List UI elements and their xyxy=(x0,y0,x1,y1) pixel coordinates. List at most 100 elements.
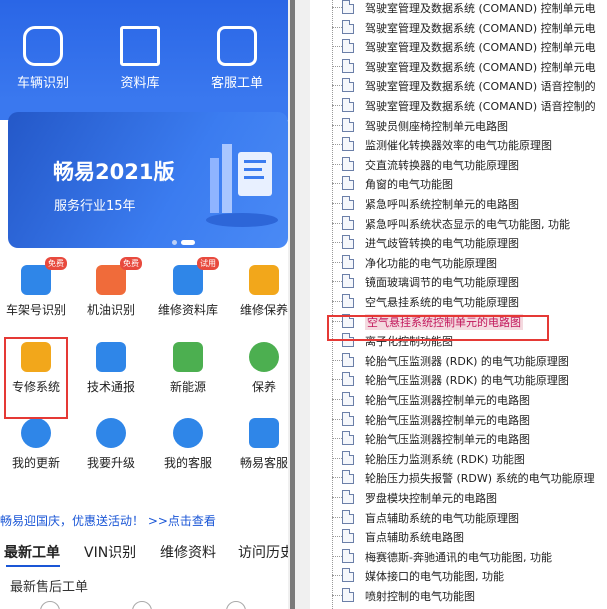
tree-item-label: 轮胎气压监测器 (RDK) 的电气功能原理图 xyxy=(365,374,569,388)
tree-item[interactable]: 喷射控制的电气功能图 xyxy=(310,586,607,605)
grid-item[interactable]: 免费 车架号识别 xyxy=(0,257,72,318)
tree-item[interactable]: 罗盘模块控制单元的电路图 xyxy=(310,488,607,507)
tree-connector xyxy=(332,281,342,283)
tree-item[interactable]: 轮胎气压监测器 (RDK) 的电气功能原理图 xyxy=(310,351,607,370)
tree-connector xyxy=(332,144,342,146)
grid-item[interactable]: 畅易客服 xyxy=(228,418,288,471)
oil-icon: 免费 xyxy=(96,257,142,295)
tree-item[interactable]: 媒体接口的电气功能图, 功能 xyxy=(310,566,607,585)
document-icon xyxy=(342,470,354,485)
tree-item[interactable]: 驾驶室管理及数据系统 (COMAND) 语音控制的 xyxy=(310,96,607,115)
grid-item-label: 畅易客服 xyxy=(239,456,288,470)
grid-item[interactable]: 我要升级 xyxy=(75,418,147,471)
carousel-dot-active xyxy=(181,240,195,245)
tree-item-label: 驾驶室管理及数据系统 (COMAND) 语音控制的 xyxy=(365,100,596,113)
tree-item-label: 净化功能的电气功能原理图 xyxy=(365,256,497,270)
service-ticket-shortcut[interactable]: 客服工单 xyxy=(192,26,282,91)
document-icon xyxy=(342,39,354,54)
document-icon xyxy=(342,156,354,171)
banner-title: 畅易2021版 xyxy=(53,160,175,184)
tree-item[interactable]: 轮胎气压监测器控制单元的电路图 xyxy=(310,390,607,409)
tree-item[interactable]: 驾驶室管理及数据系统 (COMAND) 控制单元电 xyxy=(310,37,607,56)
tree-connector xyxy=(332,438,342,440)
grid-item[interactable]: 新能源 xyxy=(152,342,224,395)
tree-item[interactable]: 空气悬挂系统的电气功能原理图 xyxy=(310,292,607,311)
document-icon xyxy=(342,215,354,230)
grid-item-label: 维修保养 xyxy=(239,303,288,317)
tree-item-label: 进气歧管转换的电气功能原理图 xyxy=(365,237,519,251)
tree-item[interactable]: 驾驶室管理及数据系统 (COMAND) 语音控制的 xyxy=(310,76,607,95)
tree-connector xyxy=(332,477,342,479)
tree-item-label: 盲点辅助系统电路图 xyxy=(365,531,464,545)
tree-connector xyxy=(332,163,342,165)
grid-item[interactable]: 我的更新 xyxy=(0,418,72,471)
tree-item[interactable]: 轮胎压力损失报警 (RDW) 系统的电气功能原理 xyxy=(310,468,607,487)
grid-item[interactable]: 维修保养 xyxy=(228,265,288,318)
mobile-app-panel: 车辆识别 资料库 客服工单 畅易2021版 服务行业15年 免费 车架号识别 免费机… xyxy=(0,0,288,609)
tree-item[interactable]: 交直流转换器的电气功能原理图 xyxy=(310,155,607,174)
tree-connector xyxy=(332,183,342,185)
tab-history[interactable]: 访问历史 xyxy=(238,542,288,562)
grid-item-label: 技术通报 xyxy=(86,380,135,394)
vehicle-id-label: 车辆识别 xyxy=(16,76,69,91)
tree-item-label: 盲点辅助系统的电气功能原理图 xyxy=(365,511,519,525)
grid-item[interactable]: 试用 维修资料库 xyxy=(152,257,224,318)
tree-item[interactable]: 监测催化转换器效率的电气功能原理图 xyxy=(310,135,607,154)
tree-item[interactable]: 驾驶员侧座椅控制单元电路图 xyxy=(310,116,607,135)
tree-connector xyxy=(332,7,342,8)
tab-repair-data[interactable]: 维修资料 xyxy=(160,542,216,562)
tree-item[interactable]: 进气歧管转换的电气功能原理图 xyxy=(310,233,607,252)
maintenance-icon xyxy=(249,265,279,295)
tree-item-label: 紧急呼叫系统状态显示的电气功能图, 功能 xyxy=(365,217,570,231)
document-icon xyxy=(342,235,354,250)
tree-item-label: 轮胎气压监测器 (RDK) 的电气功能原理图 xyxy=(365,354,569,368)
tree-item[interactable]: 紧急呼叫系统状态显示的电气功能图, 功能 xyxy=(310,214,607,233)
tree-item[interactable]: 轮胎气压监测器控制单元的电路图 xyxy=(310,410,607,429)
grid-item[interactable]: 保养 xyxy=(228,342,288,395)
tab-vin[interactable]: VIN识别 xyxy=(84,542,136,562)
nav-circle-icon[interactable] xyxy=(40,601,60,609)
tree-item[interactable]: 紧急呼叫系统控制单元的电路图 xyxy=(310,194,607,213)
document-icon xyxy=(342,372,354,387)
tree-item[interactable]: 驾驶室管理及数据系统 (COMAND) 控制单元电 xyxy=(310,18,607,37)
grid-item[interactable]: 我的客服 xyxy=(152,418,224,471)
tree-item-label: 轮胎压力损失报警 (RDW) 系统的电气功能原理 xyxy=(365,472,595,486)
chat-icon xyxy=(173,418,203,448)
document-icon xyxy=(342,450,354,465)
car-scan-icon xyxy=(23,26,63,66)
tree-item-label: 镜面玻璃调节的电气功能原理图 xyxy=(365,276,519,290)
document-tree: 驾驶室管理及数据系统 (COMAND) 控制单元电 驾驶室管理及数据系统 (COM… xyxy=(310,0,607,609)
tree-item-label: 轮胎气压监测器控制单元的电路图 xyxy=(365,433,530,447)
tree-connector xyxy=(332,203,342,204)
tree-item[interactable]: 轮胎气压监测器 (RDK) 的电气功能原理图 xyxy=(310,370,607,389)
tree-item[interactable]: 盲点辅助系统的电气功能原理图 xyxy=(310,508,607,527)
tree-item[interactable]: 角窗的电气功能图 xyxy=(310,174,607,193)
tree-item[interactable]: 轮胎气压监测器控制单元的电路图 xyxy=(310,429,607,448)
nav-circle-icon[interactable] xyxy=(132,601,152,609)
tree-item[interactable]: 盲点辅助系统电路图 xyxy=(310,527,607,546)
scrollbar[interactable] xyxy=(290,0,295,609)
app-header: 车辆识别 资料库 客服工单 xyxy=(0,0,288,100)
tab-latest-tickets[interactable]: 最新工单 xyxy=(4,542,60,562)
grid-item[interactable]: 免费 机油识别 xyxy=(75,257,147,318)
section-subtitle: 最新售后工单 xyxy=(10,580,89,595)
grid-item-label: 新能源 xyxy=(169,380,206,394)
grid-item-label: 我的客服 xyxy=(163,456,212,470)
tree-item-label: 驾驶室管理及数据系统 (COMAND) 控制单元电 xyxy=(365,2,596,15)
nav-circle-icon[interactable] xyxy=(226,601,246,609)
banner-subtitle: 服务行业15年 xyxy=(54,199,136,214)
tree-item[interactable]: 梅赛德斯-奔驰通讯的电气功能图, 功能 xyxy=(310,547,607,566)
tree-item[interactable]: 驾驶室管理及数据系统 (COMAND) 控制单元电 xyxy=(310,57,607,76)
grid-item[interactable]: 技术通报 xyxy=(75,342,147,395)
tree-item[interactable]: 驾驶室管理及数据系统 (COMAND) 控制单元电 xyxy=(310,0,607,17)
promo-notice[interactable]: 畅易迎国庆，优惠送活动！ >>点击查看 xyxy=(0,512,216,529)
tree-item[interactable]: 轮胎压力监测系统 (RDK) 功能图 xyxy=(310,449,607,468)
vehicle-id-shortcut[interactable]: 车辆识别 xyxy=(0,26,88,91)
tree-connector xyxy=(332,595,342,596)
library-shortcut[interactable]: 资料库 xyxy=(95,26,185,91)
book-icon xyxy=(120,26,160,66)
promo-banner[interactable]: 畅易2021版 服务行业15年 xyxy=(8,112,288,248)
tree-item[interactable]: 净化功能的电气功能原理图 xyxy=(310,253,607,272)
tree-item[interactable]: 镜面玻璃调节的电气功能原理图 xyxy=(310,272,607,291)
tree-connector xyxy=(332,85,342,87)
